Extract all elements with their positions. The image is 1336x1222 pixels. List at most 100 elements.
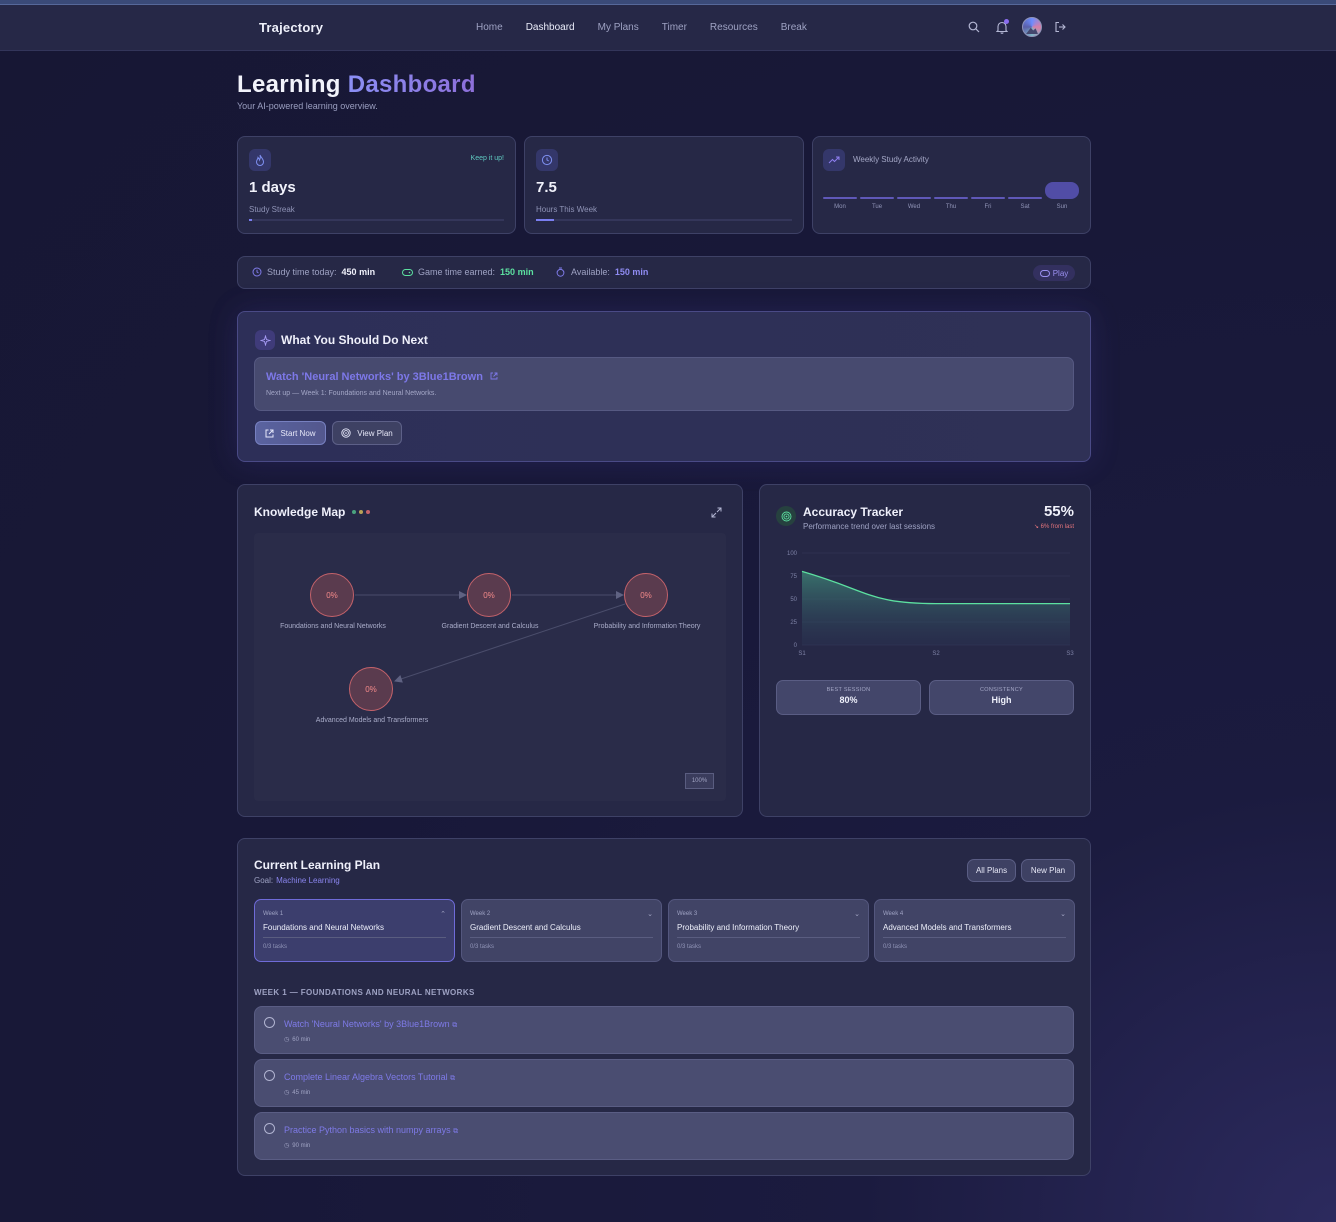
nav-my-plans[interactable]: My Plans — [598, 22, 639, 33]
chevron-down-icon: ⌄ — [647, 911, 653, 918]
week-number: Week 2 — [470, 911, 491, 917]
knowledge-node[interactable]: 0% — [467, 573, 511, 617]
next-task-title: Watch 'Neural Networks' by 3Blue1Brown — [266, 371, 483, 383]
week-divider — [677, 937, 860, 938]
study-time-value: 450 min — [341, 267, 376, 277]
next-task-link[interactable]: Watch 'Neural Networks' by 3Blue1Brown — [266, 371, 498, 383]
legend-dot-yellow — [359, 510, 363, 514]
weekly-day-label: Mon — [834, 204, 846, 210]
accuracy-delta-text: 6% from last — [1040, 524, 1074, 530]
weekly-chart: Mon Tue Wed Thu Fri Sat Sun — [823, 182, 1080, 210]
next-step-header: What You Should Do Next — [255, 330, 428, 350]
nav-break[interactable]: Break — [781, 22, 807, 33]
task-item[interactable]: Complete Linear Algebra Vectors Tutorial… — [254, 1059, 1074, 1107]
expand-icon[interactable] — [711, 505, 722, 523]
consistency-value: High — [991, 695, 1012, 705]
play-button[interactable]: Play — [1033, 265, 1075, 281]
task-item[interactable]: Practice Python basics with numpy arrays… — [254, 1112, 1074, 1160]
weekly-bar — [823, 197, 857, 199]
clock-icon — [252, 267, 262, 277]
external-link-icon: ⧉ — [450, 1075, 456, 1082]
knowledge-node-label: Foundations and Neural Networks — [280, 623, 386, 630]
week-task-count: 0/3 tasks — [263, 944, 288, 950]
chevron-down-icon: ⌄ — [854, 911, 860, 918]
new-plan-button[interactable]: New Plan — [1021, 859, 1075, 882]
week-card-2[interactable]: Week 2 ⌄ Gradient Descent and Calculus 0… — [461, 899, 662, 962]
stopwatch-icon — [556, 267, 565, 277]
nav-dashboard[interactable]: Dashboard — [526, 22, 575, 33]
week-task-count: 0/3 tasks — [883, 944, 908, 950]
accuracy-y-tick: 75 — [790, 574, 797, 580]
clock-icon: ◷ — [284, 1090, 290, 1096]
week-divider — [470, 937, 653, 938]
accuracy-chart[interactable]: 0 25 50 75 100 S1 S2 S3 — [776, 543, 1076, 663]
legend-dot-red — [366, 510, 370, 514]
knowledge-map-card: Knowledge Map 0% Foundations and Neural … — [237, 484, 743, 817]
nav-home[interactable]: Home — [476, 22, 503, 33]
flame-icon — [249, 149, 271, 171]
logout-icon[interactable] — [1052, 19, 1068, 35]
knowledge-node[interactable]: 0% — [349, 667, 393, 711]
task-checkbox[interactable] — [264, 1123, 275, 1134]
weekly-title: Weekly Study Activity — [853, 155, 929, 164]
study-time-bar: Study time today: 450 min Game time earne… — [237, 256, 1091, 289]
game-time-value: 150 min — [500, 267, 534, 277]
legend-dot-green — [352, 510, 356, 514]
nav-resources[interactable]: Resources — [710, 22, 758, 33]
accuracy-x-tick: S1 — [798, 651, 806, 657]
week-divider — [263, 937, 446, 938]
knowledge-node[interactable]: 0% — [624, 573, 668, 617]
nav-timer[interactable]: Timer — [662, 22, 687, 33]
task-link[interactable]: Complete Linear Algebra Vectors Tutorial… — [284, 1072, 455, 1083]
target-icon — [341, 428, 351, 438]
hours-progress-fill — [536, 219, 554, 221]
weekly-day-label: Sun — [1056, 204, 1068, 210]
notification-bell-icon[interactable] — [994, 19, 1010, 35]
learning-plan-card: Current Learning Plan Goal: Machine Learn… — [237, 838, 1091, 1176]
start-now-button[interactable]: Start Now — [255, 421, 326, 445]
sparkle-icon — [255, 330, 275, 350]
all-plans-button[interactable]: All Plans — [967, 859, 1016, 882]
task-link[interactable]: Practice Python basics with numpy arrays… — [284, 1125, 458, 1136]
task-item[interactable]: Watch 'Neural Networks' by 3Blue1Brown ⧉… — [254, 1006, 1074, 1054]
task-duration-value: 60 min — [292, 1036, 311, 1043]
brand-logo[interactable]: Trajectory — [259, 20, 323, 35]
task-checkbox[interactable] — [264, 1017, 275, 1028]
view-plan-button[interactable]: View Plan — [332, 421, 402, 445]
week-card-1[interactable]: Week 1 ⌃ Foundations and Neural Networks… — [254, 899, 455, 962]
accuracy-area — [802, 571, 1070, 645]
search-icon[interactable] — [966, 19, 982, 35]
week-name: Advanced Models and Transformers — [883, 923, 1012, 932]
week-name: Probability and Information Theory — [677, 923, 800, 932]
accuracy-y-tick: 0 — [794, 643, 798, 649]
trend-up-icon — [823, 149, 845, 171]
task-checkbox[interactable] — [264, 1070, 275, 1081]
nav-links: Home Dashboard My Plans Timer Resources … — [476, 22, 830, 33]
accuracy-title: Accuracy Tracker — [803, 505, 904, 519]
streak-progress — [249, 219, 504, 221]
task-link[interactable]: Watch 'Neural Networks' by 3Blue1Brown ⧉ — [284, 1019, 457, 1030]
chevron-down-icon: ⌄ — [1060, 911, 1066, 918]
external-link-icon: ⧉ — [453, 1128, 459, 1135]
week-name: Foundations and Neural Networks — [263, 923, 384, 932]
knowledge-map-canvas[interactable]: 0% Foundations and Neural Networks 0% Gr… — [254, 533, 726, 801]
week-card-4[interactable]: Week 4 ⌄ Advanced Models and Transformer… — [874, 899, 1075, 962]
goal-value[interactable]: Machine Learning — [276, 876, 340, 885]
accuracy-y-tick: 100 — [787, 551, 798, 557]
streak-value: 1 days — [249, 179, 296, 196]
streak-card: Keep it up! 1 days Study Streak — [237, 136, 516, 234]
week-card-3[interactable]: Week 3 ⌄ Probability and Information The… — [668, 899, 869, 962]
start-now-label: Start Now — [280, 428, 316, 438]
knowledge-map-title: Knowledge Map — [254, 505, 346, 519]
avatar[interactable] — [1022, 17, 1042, 37]
next-task[interactable]: Watch 'Neural Networks' by 3Blue1Brown N… — [254, 357, 1074, 411]
study-time-label: Study time today: — [267, 267, 337, 277]
knowledge-node[interactable]: 0% — [310, 573, 354, 617]
best-session-stat: BEST SESSION 80% — [776, 680, 921, 715]
accuracy-delta: ↘ 6% from last — [1034, 523, 1074, 530]
hours-label: Hours This Week — [536, 205, 598, 214]
task-duration: ◷ 60 min — [284, 1036, 311, 1044]
weekly-bar — [1008, 197, 1042, 199]
page-title-accent: Dashboard — [347, 71, 476, 98]
zoom-level[interactable]: 100% — [685, 773, 714, 789]
